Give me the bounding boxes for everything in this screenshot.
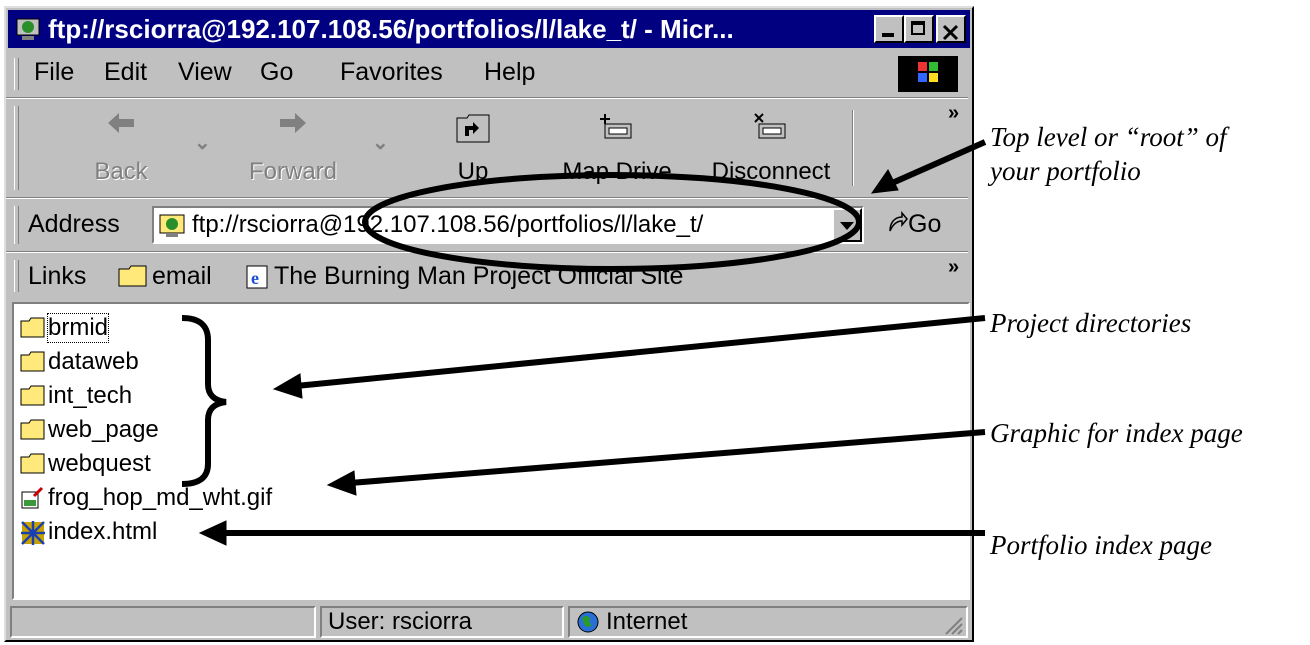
graphic-arrowhead (326, 470, 357, 496)
annotation-graphic: Graphic for index page (990, 418, 1243, 448)
annotation-index: Portfolio index page (990, 530, 1212, 560)
directories-brace (181, 315, 227, 487)
annotation-root: Top level or “root” of your portfolio (990, 122, 1227, 186)
annotation-project-dirs: Project directories (990, 308, 1192, 338)
dirs-arrowhead (272, 373, 303, 399)
dirs-arrow (295, 315, 986, 389)
index-arrowhead (198, 520, 227, 546)
graphic-arrow (349, 429, 986, 486)
root-arrowhead (870, 169, 899, 194)
root-arrow (888, 139, 987, 187)
address-highlight-ellipse (362, 172, 862, 272)
